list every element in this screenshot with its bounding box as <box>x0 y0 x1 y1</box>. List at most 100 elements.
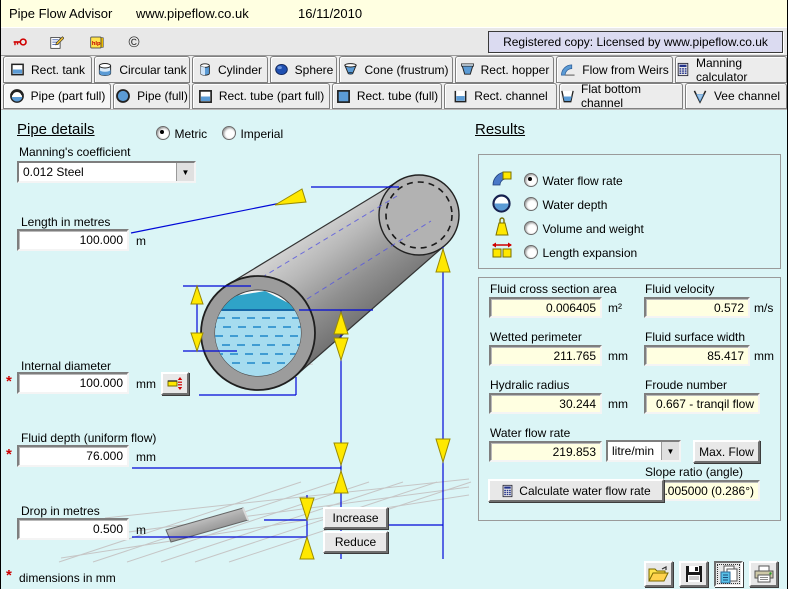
flow-unit-select[interactable]: litre/min ▼ <box>606 440 681 462</box>
diameter-adjust-button[interactable] <box>161 372 189 395</box>
manning-label: Manning's coefficient <box>19 145 130 159</box>
length-unit: m <box>136 234 146 248</box>
fluid-depth-required-asterisk: * <box>6 446 12 463</box>
slope-ratio-label: Slope ratio (angle) <box>645 465 743 479</box>
pipe-part-full-icon <box>9 88 25 104</box>
tab-cylinder[interactable]: Cylinder <box>192 56 268 83</box>
wetted-perimeter-unit: mm <box>608 349 628 363</box>
pipe-flow-advisor-window: Pipe Flow Advisor www.pipeflow.co.uk 16/… <box>0 0 788 589</box>
fluid-velocity-value: 0.572 <box>644 297 750 318</box>
open-file-icon <box>648 566 669 583</box>
tab-flow-from-weirs[interactable]: Flow from Weirs <box>556 56 673 83</box>
drop-input[interactable]: 0.500 <box>17 518 129 540</box>
copy-button[interactable] <box>714 561 743 587</box>
max-flow-button[interactable]: Max. Flow <box>693 440 760 463</box>
cone-icon <box>343 62 358 77</box>
license-key-button[interactable] <box>7 31 33 53</box>
hydraulic-radius-value: 30.244 <box>489 393 602 414</box>
notes-button[interactable] <box>44 31 70 53</box>
diameter-required-asterisk: * <box>6 373 12 390</box>
tab-rect-tube-full[interactable]: Rect. tube (full) <box>332 83 442 109</box>
fluid-velocity-label: Fluid velocity <box>645 282 714 296</box>
rect-tank-icon <box>10 62 25 77</box>
diameter-input[interactable]: 100.000 <box>17 372 129 394</box>
fluid-depth-unit: mm <box>136 450 156 464</box>
open-file-button[interactable] <box>644 561 673 587</box>
option-volume-weight[interactable]: Volume and weight <box>524 220 644 238</box>
tab-rect-channel[interactable]: Rect. channel <box>444 83 557 109</box>
diameter-unit: mm <box>136 377 156 391</box>
volume-weight-icon <box>494 217 510 237</box>
wetted-perimeter-label: Wetted perimeter <box>490 330 582 344</box>
drop-unit: m <box>136 523 146 537</box>
copy-icon <box>719 565 738 584</box>
tab-sphere[interactable]: Sphere <box>270 56 337 83</box>
tab-cone-frustrum[interactable]: Cone (frustrum) <box>339 56 453 83</box>
froude-number-value: 0.667 - tranqil flow <box>644 393 760 414</box>
print-icon <box>754 565 774 583</box>
hydraulic-radius-unit: mm <box>608 397 628 411</box>
water-flow-rate-value: 219.853 <box>489 441 602 462</box>
option-water-flow-rate[interactable]: Water flow rate <box>524 172 623 190</box>
save-button[interactable] <box>679 561 708 587</box>
tab-vee-channel[interactable]: Vee channel <box>685 83 787 109</box>
surface-width-unit: mm <box>754 349 774 363</box>
registered-copy-banner: Registered copy: Licensed by www.pipeflo… <box>488 31 783 53</box>
diameter-label: Internal diameter <box>21 359 111 373</box>
tab-row-pipes: Pipe (part full) Pipe (full) Rect. tube … <box>1 83 788 110</box>
cross-section-unit: m² <box>608 301 622 315</box>
tab-rect-tank[interactable]: Rect. tank <box>3 56 92 83</box>
print-button[interactable] <box>749 561 778 587</box>
vee-channel-icon <box>692 89 708 104</box>
tab-circular-tank[interactable]: Circular tank <box>94 56 190 83</box>
calculator-icon <box>676 62 690 77</box>
pipe-full-icon <box>115 88 131 104</box>
flat-channel-icon <box>560 89 575 104</box>
copyright-icon: © <box>128 34 139 51</box>
water-fill <box>211 291 306 380</box>
main-panel: Pipe details Metric Imperial Manning's c… <box>1 110 788 589</box>
option-length-expansion[interactable]: Length expansion <box>524 244 637 262</box>
calculate-button[interactable]: Calculate water flow rate <box>488 479 664 502</box>
footnote-asterisk: * <box>6 567 12 584</box>
website-text: www.pipeflow.co.uk <box>136 6 249 21</box>
tab-pipe-full[interactable]: Pipe (full) <box>113 83 190 109</box>
tab-row-shapes: Rect. tank Circular tank Cylinder Sphere… <box>1 56 788 83</box>
tab-rect-hopper[interactable]: Rect. hopper <box>455 56 554 83</box>
length-input[interactable]: 100.000 <box>17 229 129 251</box>
imperial-radio[interactable]: Imperial <box>222 125 283 143</box>
tab-flat-bottom-channel[interactable]: Flat bottom channel <box>559 83 683 109</box>
option-water-depth[interactable]: Water depth <box>524 196 607 214</box>
fluid-velocity-unit: m/s <box>754 301 773 315</box>
manning-select[interactable]: 0.012 Steel ▼ <box>17 161 196 183</box>
metric-radio[interactable]: Metric <box>156 125 207 143</box>
tab-manning-calculator[interactable]: Manning calculator <box>675 56 787 83</box>
chevron-down-icon[interactable]: ▼ <box>661 442 679 460</box>
tab-rect-tube-part-full[interactable]: Rect. tube (part full) <box>192 83 330 109</box>
key-icon <box>13 35 27 49</box>
drop-label: Drop in metres <box>21 504 100 518</box>
copyright-button[interactable]: © <box>121 31 147 53</box>
date-text: 16/11/2010 <box>298 6 362 21</box>
results-heading: Results <box>475 121 525 138</box>
wetted-perimeter-value: 211.765 <box>489 345 602 366</box>
dimension-arrows <box>191 189 450 559</box>
froude-number-label: Froude number <box>645 378 727 392</box>
water-depth-icon <box>492 194 511 213</box>
svg-text:hlp: hlp <box>92 41 101 47</box>
chevron-down-icon[interactable]: ▼ <box>176 163 194 181</box>
dimensions-footnote: dimensions in mm <box>19 571 116 585</box>
increase-button[interactable]: Increase <box>323 507 388 529</box>
tab-pipe-part-full[interactable]: Pipe (part full) <box>3 83 111 109</box>
pipe-details-heading: Pipe details <box>17 121 95 138</box>
pipe-body <box>201 175 459 390</box>
save-icon <box>685 565 703 583</box>
calculator-icon <box>501 484 514 498</box>
fluid-depth-input[interactable]: 76.000 <box>17 445 129 467</box>
reduce-button[interactable]: Reduce <box>323 531 388 553</box>
rect-channel-icon <box>453 89 468 104</box>
help-button[interactable]: hlp <box>84 31 110 53</box>
sphere-icon <box>274 62 289 77</box>
surface-width-label: Fluid surface width <box>645 330 745 344</box>
cross-section-label: Fluid cross section area <box>490 282 617 296</box>
